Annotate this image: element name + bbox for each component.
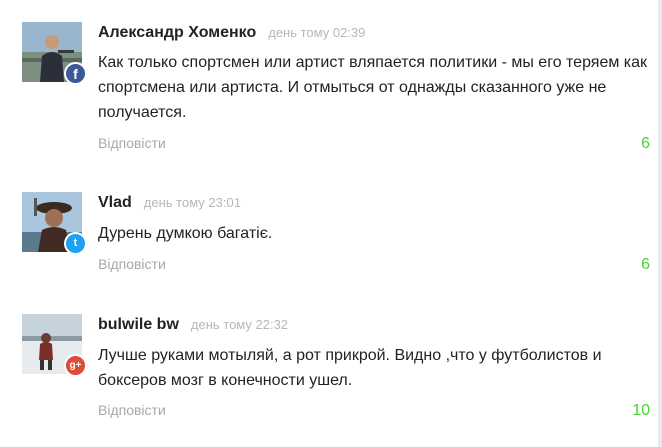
comment-header: Александр Хоменко день тому 02:39 [98,24,365,42]
comment-text: Дурень думкою багатіє. [98,225,273,242]
comment-text: Лучше руками мотыляй, а рот прикрой. Вид… [98,347,602,389]
avatar-wrap: g+ [22,314,87,377]
comment-header: Vlad день тому 23:01 [98,194,241,212]
twitter-icon: t [64,232,87,255]
google-plus-icon: g+ [64,354,87,377]
comment-item: f Александр Хоменко день тому 02:39 Как т… [0,22,662,162]
comment-header: bulwile bw день тому 22:32 [98,316,288,334]
comment-rating: 10 [632,402,650,419]
comment-date: день тому 02:39 [268,25,366,40]
comment-author[interactable]: bulwile bw [98,316,179,333]
comment-item: t Vlad день тому 23:01 Дурень думкою бага… [0,192,662,287]
comment-rating: 6 [641,135,650,152]
comment-text: Как только спортсмен или артист вляпаетс… [98,54,648,121]
avatar-wrap: f [22,22,87,85]
comment-date: день тому 22:32 [190,317,289,332]
comment-date: день тому 23:01 [143,195,241,210]
facebook-icon: f [64,62,87,85]
reply-button[interactable]: Відповісти [98,256,166,272]
reply-button[interactable]: Відповісти [98,402,166,418]
comment-item: g+ bulwile bw день тому 22:32 Лучше рукам… [0,314,662,424]
comment-rating: 6 [641,256,650,273]
comment-author[interactable]: Vlad [98,194,132,211]
comment-author[interactable]: Александр Хоменко [98,24,256,41]
avatar-wrap: t [22,192,87,255]
reply-button[interactable]: Відповісти [98,135,166,151]
